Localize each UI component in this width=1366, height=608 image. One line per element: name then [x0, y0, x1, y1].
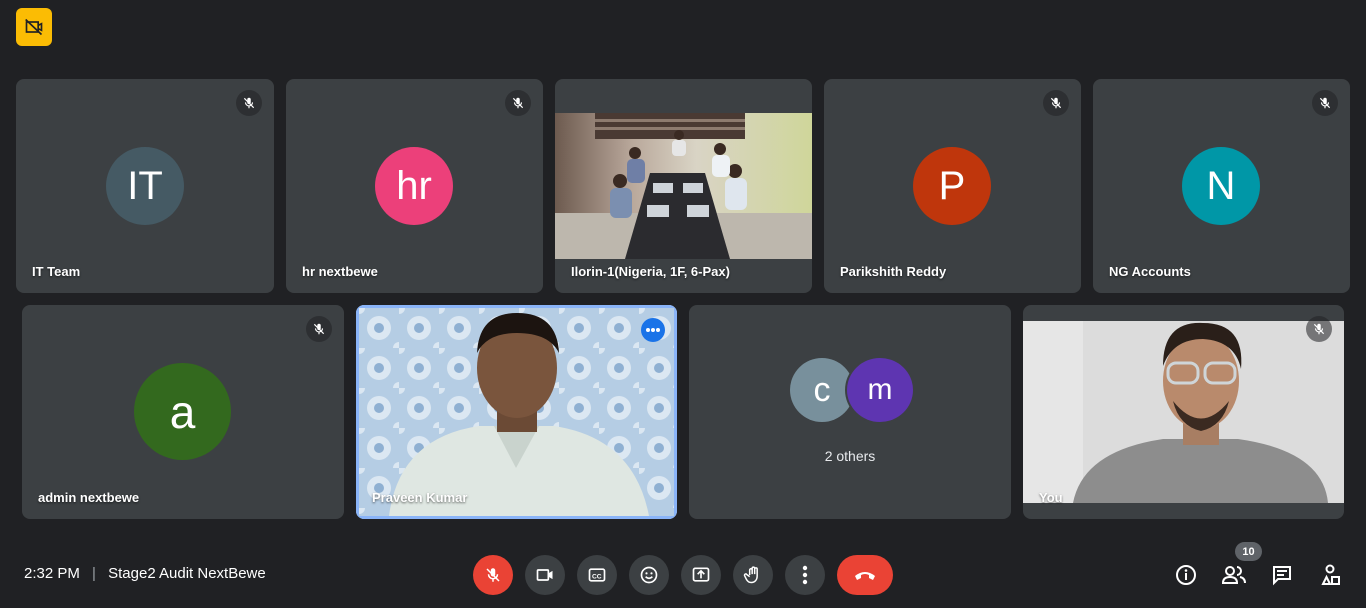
- participant-tile[interactable]: hr hr nextbewe: [286, 79, 543, 293]
- mic-off-icon: [1306, 316, 1332, 342]
- recording-off-icon: [25, 18, 43, 36]
- video-feed: [359, 308, 674, 516]
- others-label: 2 others: [824, 448, 876, 464]
- camera-toggle-button[interactable]: [525, 555, 565, 595]
- meeting-details-button[interactable]: [1171, 560, 1201, 590]
- chat-icon: [1273, 566, 1291, 586]
- end-call-icon: [855, 572, 875, 580]
- mic-off-icon: [306, 316, 332, 342]
- video-feed: [1023, 321, 1344, 503]
- mic-off-icon: [505, 90, 531, 116]
- avatar: P: [913, 147, 991, 225]
- activities-button[interactable]: [1315, 560, 1345, 590]
- participant-tile[interactable]: N NG Accounts: [1093, 79, 1350, 293]
- mic-off-icon: [1043, 90, 1069, 116]
- participant-name: Ilorin-1(Nigeria, 1F, 6-Pax): [571, 264, 730, 279]
- captions-icon: CC: [588, 568, 606, 582]
- raise-hand-button[interactable]: [733, 555, 773, 595]
- chat-button[interactable]: [1267, 560, 1297, 590]
- self-view-tile[interactable]: You: [1023, 305, 1344, 519]
- participant-tile[interactable]: IT IT Team: [16, 79, 274, 293]
- meeting-title: Stage2 Audit NextBewe: [108, 565, 266, 582]
- activities-icon: [1321, 564, 1340, 585]
- participant-tile-active[interactable]: Praveen Kumar: [356, 305, 677, 519]
- present-button[interactable]: [681, 555, 721, 595]
- emoji-button[interactable]: [629, 555, 669, 595]
- participants-count-badge: 10: [1235, 542, 1262, 561]
- mic-off-icon: [486, 568, 500, 582]
- meeting-info: 2:32 PM | Stage2 Audit NextBewe: [24, 565, 266, 582]
- mic-off-icon: [236, 90, 262, 116]
- mic-off-icon: [1312, 90, 1338, 116]
- people-icon: [1221, 566, 1246, 584]
- raise-hand-icon: [743, 566, 758, 584]
- participant-tile[interactable]: a admin nextbewe: [22, 305, 344, 519]
- participant-name: NG Accounts: [1109, 264, 1191, 279]
- avatar: IT: [106, 147, 184, 225]
- participant-name: IT Team: [32, 264, 81, 279]
- avatar: a: [134, 363, 231, 460]
- participant-name: You: [1039, 490, 1063, 505]
- conference-room-image: [555, 113, 812, 259]
- info-icon: [1176, 565, 1196, 585]
- video-feed: [555, 113, 812, 259]
- avatar: m: [847, 358, 913, 422]
- recording-badge[interactable]: [16, 8, 52, 46]
- more-options-button[interactable]: [641, 318, 665, 342]
- more-options-icon: [802, 565, 808, 585]
- participant-name: admin nextbewe: [38, 490, 140, 505]
- more-horizontal-icon: [646, 328, 660, 332]
- participant-name: hr nextbewe: [302, 264, 378, 279]
- present-icon: [692, 567, 710, 582]
- mic-toggle-button[interactable]: [473, 555, 513, 595]
- separator: |: [92, 565, 96, 582]
- participant-tile[interactable]: Ilorin-1(Nigeria, 1F, 6-Pax): [555, 79, 812, 293]
- avatar: c: [790, 358, 854, 422]
- people-button[interactable]: [1219, 560, 1249, 590]
- participant-name: Parikshith Reddy: [840, 264, 947, 279]
- svg-text:CC: CC: [592, 573, 602, 580]
- avatar: hr: [375, 147, 453, 225]
- participant-tile[interactable]: P Parikshith Reddy: [824, 79, 1081, 293]
- more-options-button[interactable]: [785, 555, 825, 595]
- avatar: N: [1182, 147, 1260, 225]
- camera-icon: [536, 569, 553, 581]
- others-tile[interactable]: c m 2 others: [689, 305, 1011, 519]
- end-call-button[interactable]: [837, 555, 893, 595]
- captions-button[interactable]: CC: [577, 555, 617, 595]
- participant-name: Praveen Kumar: [372, 490, 468, 505]
- emoji-icon: [640, 566, 658, 584]
- meeting-time: 2:32 PM: [24, 565, 80, 582]
